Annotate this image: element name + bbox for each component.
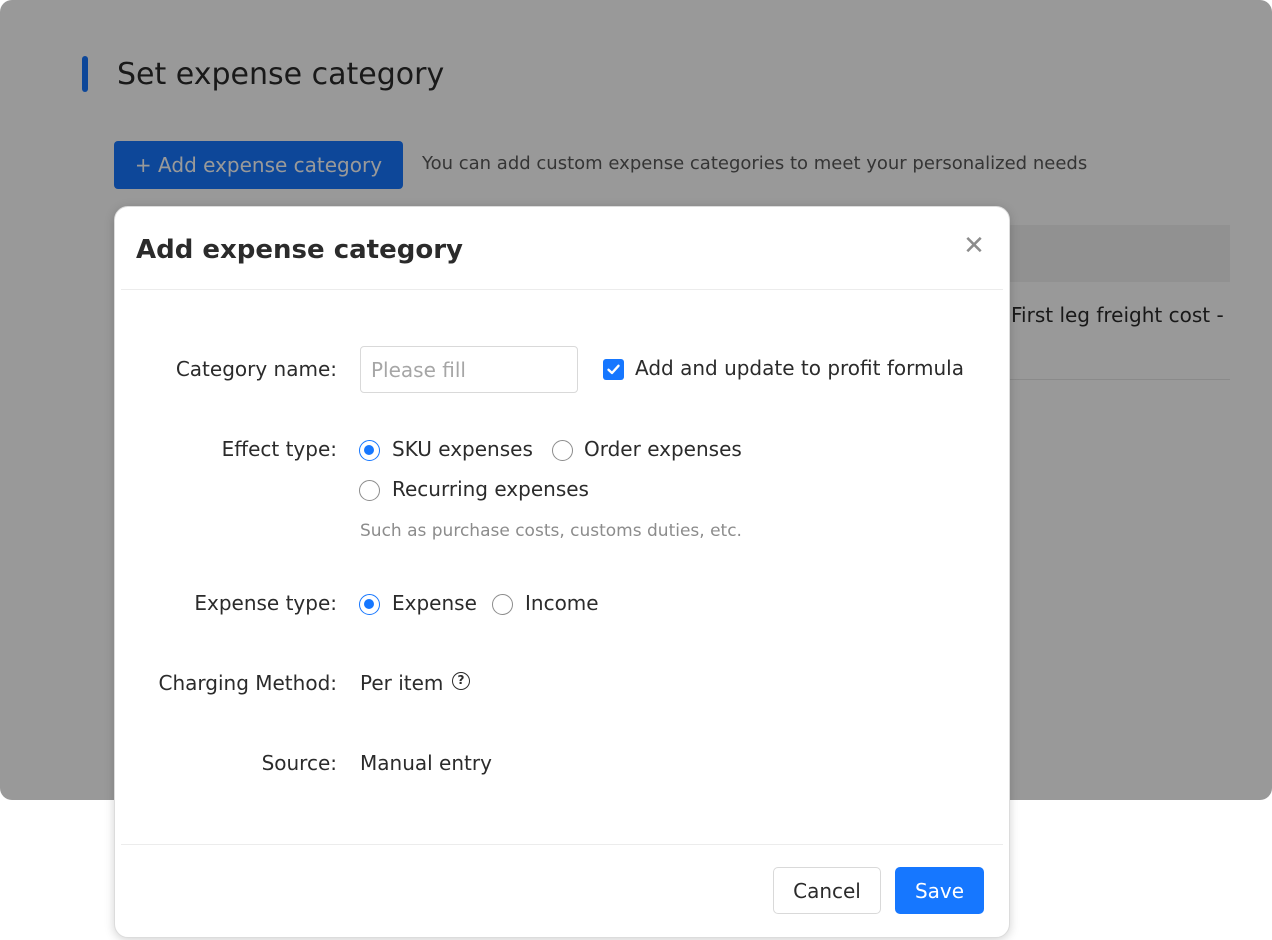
- expense-type-expense-radio[interactable]: [359, 594, 380, 615]
- close-icon[interactable]: ✕: [961, 231, 987, 261]
- effect-type-help: Such as purchase costs, customs duties, …: [360, 521, 742, 541]
- expense-type-label: Expense type:: [194, 591, 337, 615]
- profit-formula-label[interactable]: Add and update to profit formula: [635, 355, 964, 381]
- add-expense-category-dialog: Add expense category ✕ Category name: Ad…: [114, 206, 1010, 938]
- category-name-input[interactable]: [360, 346, 578, 393]
- question-circle-icon[interactable]: ?: [452, 672, 470, 690]
- charging-method-label: Charging Method:: [158, 671, 338, 695]
- header-divider: [121, 289, 1003, 290]
- effect-recurring-label[interactable]: Recurring expenses: [392, 476, 589, 502]
- category-name-label: Category name:: [175, 357, 337, 381]
- effect-sku-radio[interactable]: [359, 440, 380, 461]
- effect-recurring-radio[interactable]: [359, 480, 380, 501]
- effect-sku-label[interactable]: SKU expenses: [392, 436, 533, 462]
- source-label: Source:: [261, 751, 337, 775]
- save-button[interactable]: Save: [895, 867, 984, 914]
- dialog-title: Add expense category: [136, 235, 463, 265]
- effect-order-label[interactable]: Order expenses: [584, 436, 742, 462]
- cancel-button[interactable]: Cancel: [773, 867, 881, 914]
- source-value: Manual entry: [360, 751, 492, 775]
- profit-formula-checkbox[interactable]: [603, 359, 624, 380]
- expense-type-income-radio[interactable]: [492, 594, 513, 615]
- check-icon: [607, 364, 620, 375]
- expense-type-expense-label[interactable]: Expense: [392, 590, 477, 616]
- effect-order-radio[interactable]: [552, 440, 573, 461]
- footer-divider: [121, 844, 1003, 845]
- effect-type-label: Effect type:: [221, 437, 337, 461]
- charging-method-value: Per item: [360, 671, 444, 695]
- expense-type-income-label[interactable]: Income: [525, 590, 599, 616]
